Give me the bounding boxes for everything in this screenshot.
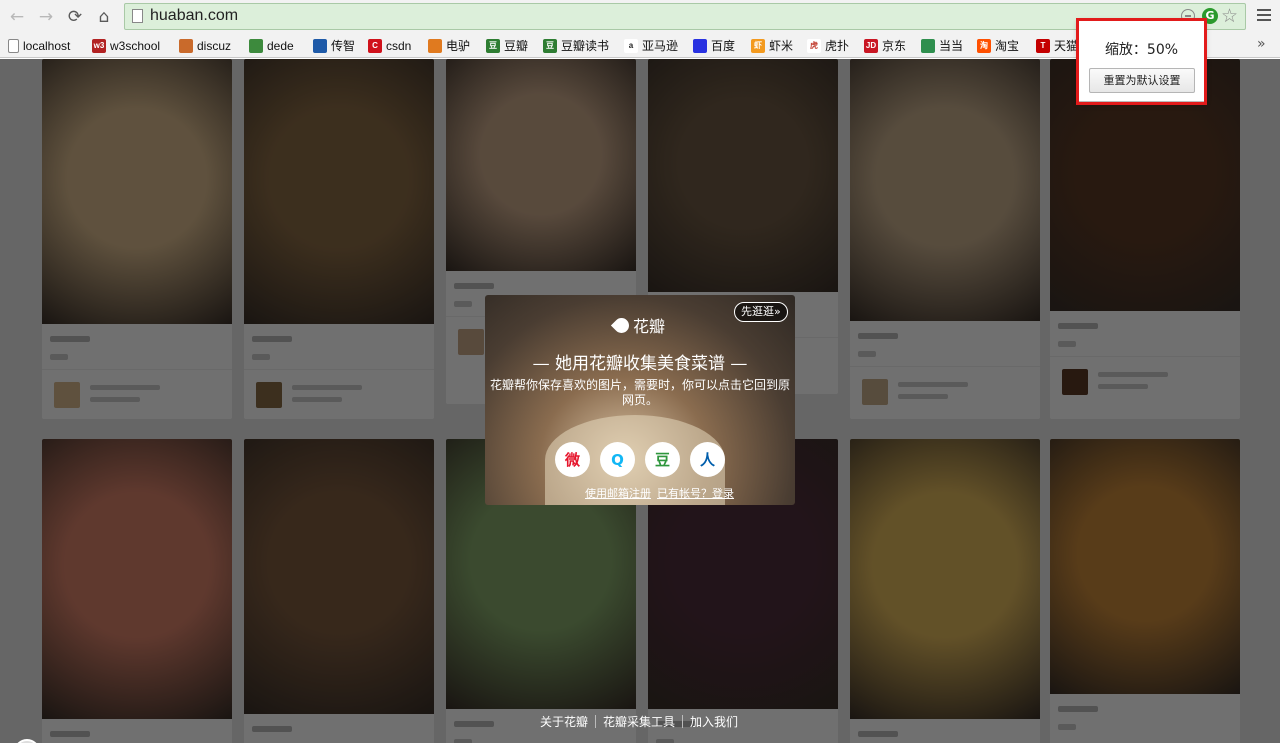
footer-divider: [682, 715, 684, 728]
tmall-icon: T: [1036, 38, 1050, 53]
hupu-icon: 虎: [807, 38, 821, 53]
bookmark-label: 豆瓣读书: [561, 39, 610, 53]
bookmarks-overflow-icon[interactable]: »: [1257, 36, 1266, 52]
leaf-icon: [610, 314, 633, 336]
bookmark-csdn[interactable]: C csdn: [368, 37, 411, 54]
bookmark-douban[interactable]: 豆 豆瓣: [486, 37, 528, 54]
dede-icon: [249, 38, 263, 53]
w3-icon: w3: [92, 38, 106, 53]
taobao-icon: 淘: [977, 38, 991, 53]
footer-links: 关于花瓣 花瓣采集工具 加入我们: [540, 713, 738, 730]
forward-icon[interactable]: →: [35, 6, 57, 28]
amazon-icon: a: [624, 38, 638, 53]
brick-icon: [179, 38, 193, 53]
weibo-icon[interactable]: 微: [555, 442, 590, 477]
bookmark-label: 亚马逊: [642, 39, 679, 53]
bookmark-w3school[interactable]: w3 w3school: [92, 37, 160, 54]
bookmark-label: w3school: [110, 38, 161, 53]
jd-icon: JD: [864, 38, 878, 53]
home-icon[interactable]: ⌂: [93, 6, 115, 28]
signup-modal: 花瓣 先逛逛» — 她用花瓣收集美食菜谱 — 花瓣帮你保存喜欢的图片，需要时，你…: [485, 295, 795, 505]
modal-description: 花瓣帮你保存喜欢的图片，需要时，你可以点击它回到原网页。: [489, 378, 790, 407]
douban-icon: 豆: [486, 38, 500, 53]
footer-about-link[interactable]: 关于花瓣: [540, 713, 588, 730]
back-icon[interactable]: ←: [6, 6, 28, 28]
bookmark-label: 传智: [331, 39, 356, 53]
bookmark-label: 电驴: [446, 39, 471, 53]
bookmark-label: 百度: [711, 39, 736, 53]
bookmark-hupu[interactable]: 虎 虎扑: [807, 37, 849, 54]
footer-divider: [595, 715, 597, 728]
bookmark-label: 淘宝: [995, 39, 1020, 53]
menu-icon[interactable]: [1257, 9, 1271, 21]
huaban-logo: 花瓣: [610, 313, 666, 337]
xiami-icon: 虾: [751, 38, 765, 53]
donkey-icon: [428, 38, 442, 53]
douban-book-icon: 豆: [543, 38, 557, 53]
login-link[interactable]: 已有帐号？登录: [657, 485, 734, 501]
dangdang-icon: [921, 38, 935, 53]
bookmark-label: 虾米: [769, 39, 794, 53]
bookmark-label: dede: [267, 38, 294, 53]
chuanzhi-icon: [313, 38, 327, 53]
footer-join-link[interactable]: 加入我们: [690, 713, 738, 730]
url-text[interactable]: huaban.com: [150, 7, 238, 25]
page-icon: [8, 38, 19, 53]
bookmark-localhost[interactable]: localhost: [8, 37, 70, 54]
bookmark-chuanzhi[interactable]: 传智: [313, 37, 355, 54]
bookmark-star-icon[interactable]: ☆: [1221, 5, 1238, 27]
bookmark-xiami[interactable]: 虾 虾米: [751, 37, 793, 54]
bookmark-tmall[interactable]: T 天猫: [1036, 37, 1078, 54]
bookmark-baidu[interactable]: 百度: [693, 37, 735, 54]
bookmark-dangdang[interactable]: 当当: [921, 37, 963, 54]
email-signup-link[interactable]: 使用邮箱注册: [585, 485, 651, 501]
bookmark-label: 京东: [882, 39, 907, 53]
qq-icon[interactable]: Q: [600, 442, 635, 477]
modal-title: — 她用花瓣收集美食菜谱 —: [532, 354, 748, 374]
bookmark-edonkey[interactable]: 电驴: [428, 37, 470, 54]
renren-icon[interactable]: 人: [690, 442, 725, 477]
bookmark-label: 天猫: [1054, 39, 1079, 53]
explore-button[interactable]: 先逛逛»: [734, 302, 788, 322]
social-login-buttons: 微 Q 豆 人: [555, 442, 735, 478]
bookmark-label: 虎扑: [825, 39, 850, 53]
bookmark-amazon[interactable]: a 亚马逊: [624, 37, 678, 54]
bookmark-label: 豆瓣: [504, 39, 529, 53]
page-icon: [132, 9, 143, 23]
bookmark-jd[interactable]: JD 京东: [864, 37, 906, 54]
bookmark-label: discuz: [197, 38, 232, 53]
bookmark-label: 当当: [939, 39, 964, 53]
bookmark-douban-book[interactable]: 豆 豆瓣读书: [543, 37, 609, 54]
douban-icon[interactable]: 豆: [645, 442, 680, 477]
bookmark-discuz[interactable]: discuz: [179, 37, 231, 54]
brand-name: 花瓣: [633, 317, 666, 336]
bookmark-label: csdn: [386, 38, 412, 53]
annotation-highlight-box: [1076, 18, 1207, 105]
page-content: 花瓣 先逛逛» — 她用花瓣收集美食菜谱 — 花瓣帮你保存喜欢的图片，需要时，你…: [0, 59, 1280, 743]
modal-links: 使用邮箱注册 已有帐号？登录: [585, 485, 734, 501]
bookmark-taobao[interactable]: 淘 淘宝: [977, 37, 1019, 54]
baidu-icon: [693, 38, 707, 53]
footer-tools-link[interactable]: 花瓣采集工具: [603, 713, 675, 730]
csdn-icon: C: [368, 38, 382, 53]
bookmark-label: localhost: [23, 38, 71, 53]
reload-icon[interactable]: ⟳: [64, 6, 86, 28]
bookmark-dede[interactable]: dede: [249, 37, 294, 54]
